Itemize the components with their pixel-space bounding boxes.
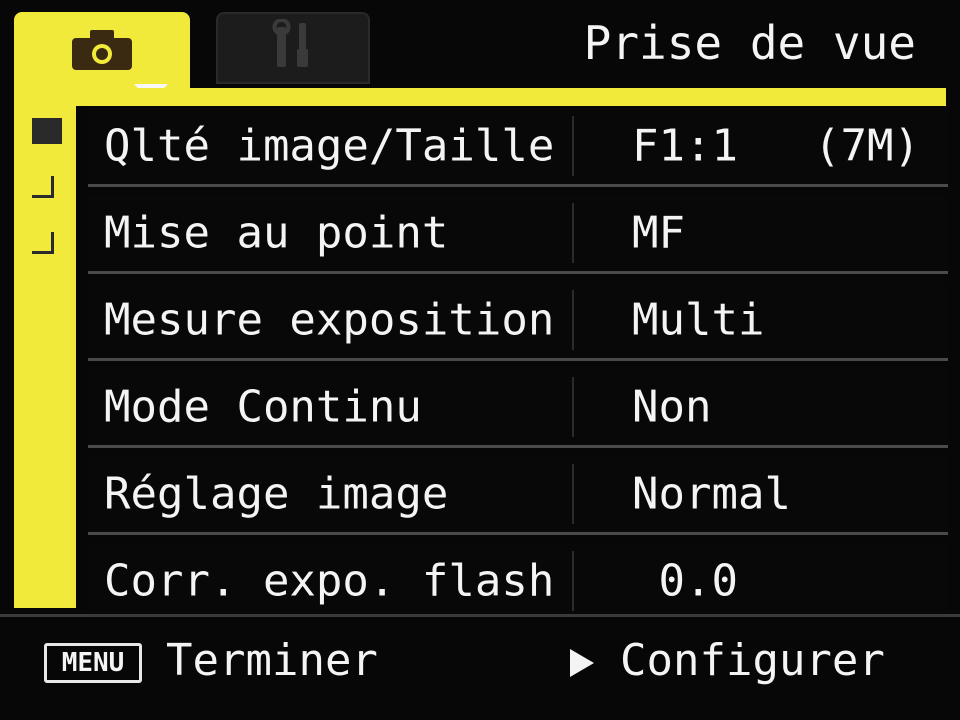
menu-item-size: (7M) [814, 120, 920, 172]
tab-setup[interactable] [216, 12, 370, 84]
menu-item-label: Mesure exposition [104, 294, 555, 346]
page-indicator-strip [14, 104, 76, 608]
page-title: Prise de vue [583, 16, 916, 70]
menu-item-image-quality[interactable]: Qlté image/Taille F1:1 (7M) [88, 108, 948, 187]
settings-menu: Qlté image/Taille F1:1 (7M) Mise au poin… [88, 108, 948, 630]
page-indicator-current [32, 118, 62, 144]
exit-label: Terminer [166, 635, 378, 686]
camera-icon [70, 28, 134, 76]
configure-label: Configurer [620, 635, 885, 686]
divider [572, 551, 574, 611]
menu-item-label: Mise au point [104, 207, 449, 259]
menu-item-value: 0.0 [632, 555, 738, 607]
menu-item-label: Réglage image [104, 468, 449, 520]
arrow-right-icon [570, 649, 594, 677]
menu-item-label: Mode Continu [104, 381, 422, 433]
footer-bar: MENU Terminer Configurer [0, 614, 960, 707]
menu-item-value: MF [632, 207, 685, 259]
menu-item-value: Normal [632, 468, 791, 520]
menu-item-continuous-mode[interactable]: Mode Continu Non [88, 369, 948, 448]
wrench-screwdriver-icon [271, 18, 315, 77]
menu-item-value: F1:1 [632, 120, 738, 172]
divider [572, 377, 574, 437]
page-indicator [32, 176, 54, 198]
menu-item-label: Corr. expo. flash [104, 555, 555, 607]
menu-item-value: Multi [632, 294, 765, 346]
camera-menu-screen: Prise de vue Qlté image/Taille F1:1 (7M)… [0, 0, 960, 720]
menu-button-icon[interactable]: MENU [44, 643, 142, 683]
menu-item-flash-compensation[interactable]: Corr. expo. flash 0.0 [88, 543, 948, 622]
divider [572, 116, 574, 176]
divider [572, 464, 574, 524]
divider [572, 203, 574, 263]
menu-item-focus[interactable]: Mise au point MF [88, 195, 948, 274]
divider [572, 290, 574, 350]
menu-item-label: Qlté image/Taille [104, 120, 555, 172]
menu-item-image-setting[interactable]: Réglage image Normal [88, 456, 948, 535]
menu-item-value: Non [632, 381, 712, 433]
page-indicator [32, 232, 54, 254]
header-divider [14, 88, 946, 106]
tab-shooting[interactable] [14, 12, 190, 92]
menu-item-metering[interactable]: Mesure exposition Multi [88, 282, 948, 361]
